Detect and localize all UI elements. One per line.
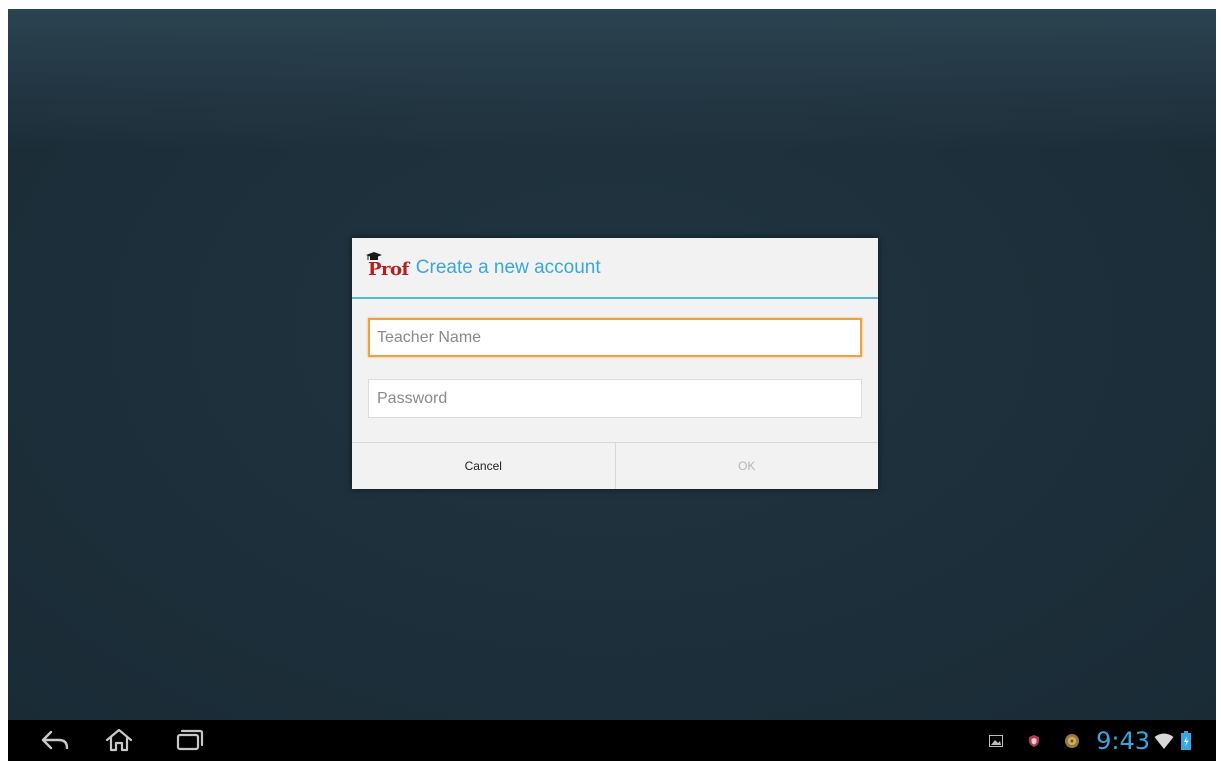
recent-apps-icon xyxy=(176,729,204,751)
ok-button[interactable]: OK xyxy=(616,443,879,489)
dialog-title: Create a new account xyxy=(415,256,601,278)
teacher-name-input[interactable] xyxy=(368,318,862,357)
device-screen: Prof Create a new account Cancel OK xyxy=(8,9,1216,761)
password-input[interactable] xyxy=(368,379,862,418)
cancel-button[interactable]: Cancel xyxy=(352,443,616,489)
app-background: Prof Create a new account Cancel OK xyxy=(8,9,1216,720)
back-icon xyxy=(41,730,69,750)
system-bar: 9:43 xyxy=(8,720,1216,761)
dialog-header: Prof Create a new account xyxy=(352,238,878,299)
home-icon xyxy=(105,728,133,752)
graduation-cap-icon xyxy=(366,251,382,260)
gallery-icon[interactable] xyxy=(988,733,1004,749)
shield-icon[interactable] xyxy=(1026,733,1042,749)
logo-text: Prof xyxy=(368,258,409,280)
home-button[interactable] xyxy=(102,726,136,754)
back-button[interactable] xyxy=(38,726,72,754)
battery-icon xyxy=(1181,730,1191,750)
app-logo: Prof xyxy=(366,251,409,280)
create-account-dialog: Prof Create a new account Cancel OK xyxy=(352,238,878,489)
dialog-button-bar: Cancel OK xyxy=(352,442,878,489)
clock[interactable]: 9:43 xyxy=(1096,727,1150,755)
wifi-icon xyxy=(1154,733,1174,749)
recent-apps-button[interactable] xyxy=(172,726,206,754)
status-area[interactable]: 9:43 xyxy=(988,720,1216,761)
app-notification-icon[interactable] xyxy=(1064,733,1080,749)
